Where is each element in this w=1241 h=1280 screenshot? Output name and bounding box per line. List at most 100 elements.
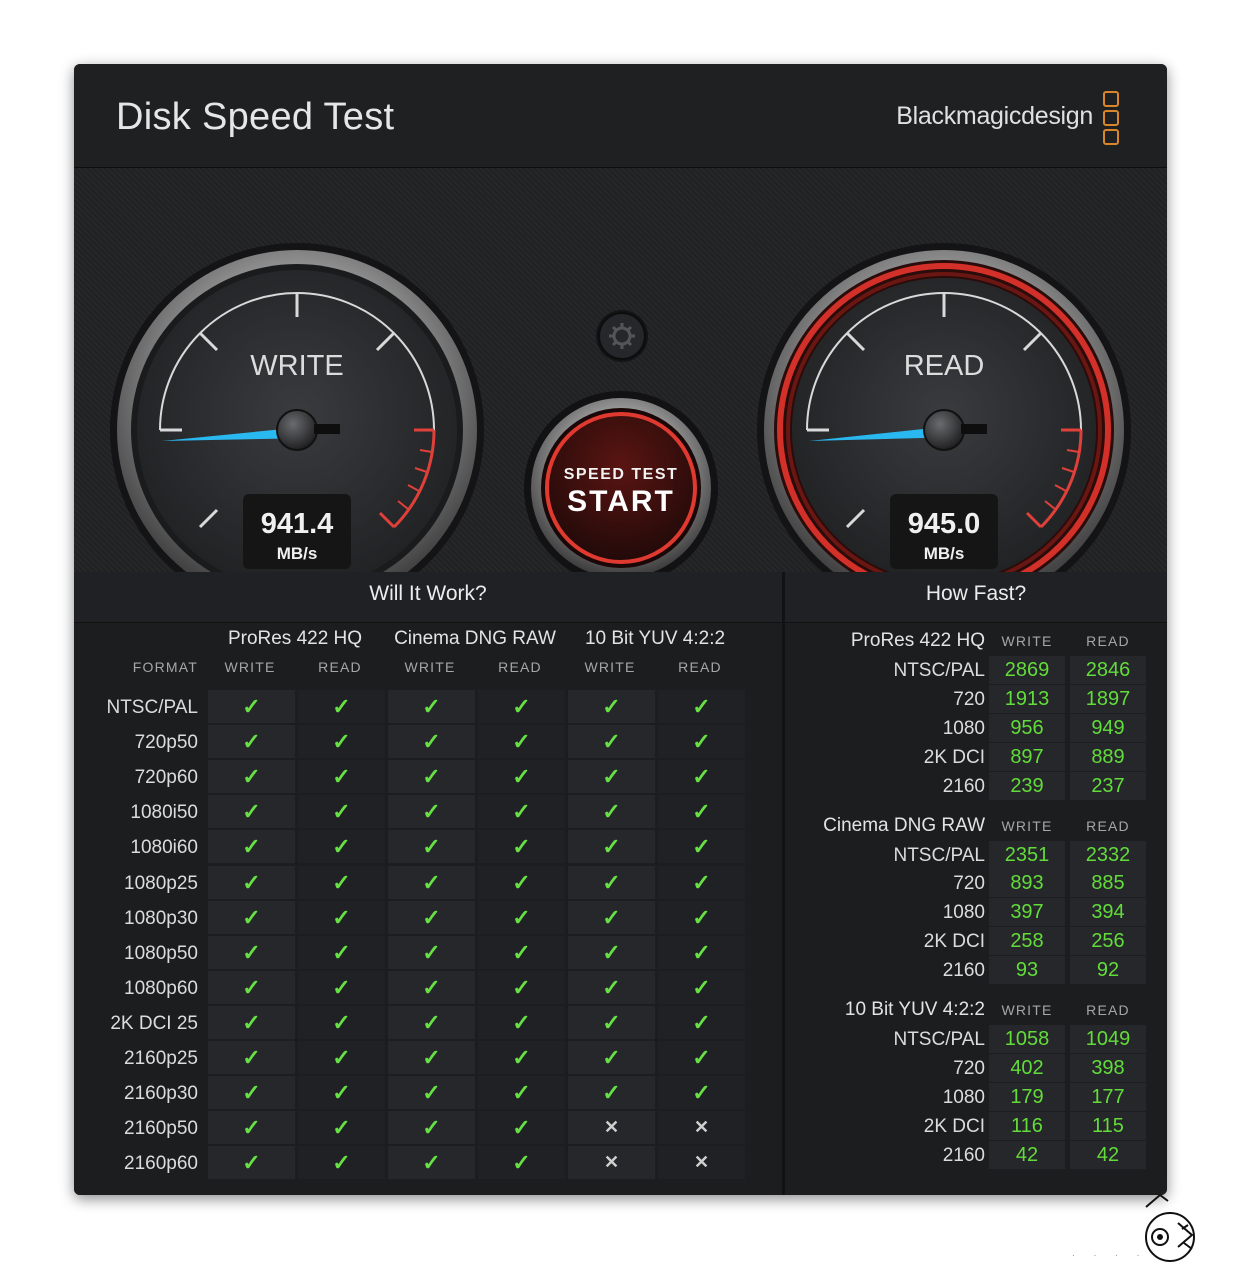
read-speed-cell: 42 [1070,1140,1146,1169]
start-button-line2: START [567,485,675,518]
table-row: 2160 93 92 [785,956,1167,985]
table-row: 720 893 885 [785,869,1167,898]
cross-icon: ✕ [568,1146,655,1180]
table-row: 2160p25 ✓ ✓ ✓ ✓ ✓ ✓ [74,1041,782,1076]
read-speed-cell: 885 [1070,869,1146,898]
check-icon: ✓ [388,795,475,829]
check-icon: ✓ [298,795,385,829]
check-icon: ✓ [298,1076,385,1110]
format-label: 720 [953,873,985,895]
title-bar: Disk Speed Test Blackmagicdesign [74,64,1167,168]
app-title: Disk Speed Test [116,96,395,138]
write-speed-cell: 116 [989,1111,1065,1140]
write-speed-cell: 897 [989,742,1065,771]
check-icon: ✓ [478,1076,565,1110]
check-icon: ✓ [298,1041,385,1074]
group-header: 10 Bit YUV 4:2:2 [584,628,726,649]
gauges-svg: WRITE 941.4 MB/s READ 945.0 MB/s SPEED T… [110,243,1131,572]
check-icon: ✓ [388,1005,475,1039]
gear-icon[interactable] [596,310,648,362]
table-row: 2K DCI 897 889 [785,742,1167,772]
write-speed-cell: 42 [989,1140,1065,1169]
format-label: 2160p50 [124,1118,198,1140]
check-icon: ✓ [478,830,565,864]
write-speed-value: 941.4 [261,508,334,540]
read-speed-cell: 177 [1070,1082,1146,1111]
read-speed-cell: 889 [1070,742,1146,771]
format-label: 2K DCI [923,746,985,768]
write-gauge-label: WRITE [250,350,343,382]
check-icon: ✓ [298,1005,385,1039]
table-row: 1080i60 ✓ ✓ ✓ ✓ ✓ ✓ [74,830,782,865]
read-speed-cell: 394 [1070,898,1146,927]
group-header: Cinema DNG RAW [394,628,556,649]
format-label: 1080 [942,717,985,739]
format-label: 2160 [942,775,985,797]
check-icon: ✓ [388,935,475,969]
table-row: 2K DCI 258 256 [785,927,1167,956]
check-icon: ✓ [298,690,385,723]
group-name: 10 Bit YUV 4:2:2 [844,999,985,1020]
results-panels: Will It Work? How Fast? ProRes 422 HQ Ci… [74,572,1167,1195]
format-label: NTSC/PAL [893,844,985,866]
format-label: NTSC/PAL [893,1029,985,1050]
speed-test-start-button[interactable]: SPEED TEST START [524,391,718,572]
read-speed-cell: 398 [1070,1053,1146,1082]
write-speed-cell: 1913 [989,684,1065,713]
decorative-dots: . . . . [1072,1248,1148,1259]
check-icon: ✓ [208,1041,295,1074]
format-label: 2K DCI 25 [110,1012,198,1034]
table-row: NTSC/PAL 2351 2332 [785,840,1167,870]
table-row: NTSC/PAL 2869 2846 [785,656,1167,685]
check-icon: ✓ [388,830,475,864]
check-icon: ✓ [298,725,385,759]
check-icon: ✓ [658,970,745,1004]
read-speed-value: 945.0 [908,508,981,540]
format-label: 1080 [942,902,985,924]
check-icon: ✓ [658,760,745,794]
write-speed-cell: 93 [989,956,1065,985]
check-icon: ✓ [298,1111,385,1145]
check-icon: ✓ [658,1076,745,1110]
format-label: 2K DCI [923,931,985,953]
check-icon: ✓ [478,900,565,934]
check-icon: ✓ [658,690,745,723]
format-label: 2160 [942,960,985,982]
check-icon: ✓ [208,760,295,794]
gauge-area: WRITE 941.4 MB/s READ 945.0 MB/s SPEED T… [74,168,1167,572]
group-name: Cinema DNG RAW [823,814,985,836]
check-icon: ✓ [568,795,655,829]
format-label: 2160p30 [124,1083,198,1105]
check-icon: ✓ [388,900,475,934]
write-speed-cell: 1058 [989,1025,1065,1053]
check-icon: ✓ [208,690,295,723]
check-icon: ✓ [388,760,475,794]
table-row: 720 1913 1897 [785,684,1167,714]
check-icon: ✓ [478,795,565,829]
write-speed-cell: 239 [989,771,1065,800]
format-label: 1080p30 [124,907,198,929]
check-icon: ✓ [208,900,295,934]
table-row: 1080p50 ✓ ✓ ✓ ✓ ✓ ✓ [74,935,782,971]
read-speed-cell: 1049 [1070,1025,1146,1053]
check-icon: ✓ [208,1146,295,1180]
read-gauge-label: READ [904,350,985,382]
cross-icon: ✕ [658,1146,745,1180]
blackmagic-logo-icon [1103,91,1119,147]
format-label: 1080i60 [130,837,198,859]
write-speed-cell: 397 [989,898,1065,927]
check-icon: ✓ [658,900,745,934]
read-speed-cell: 1897 [1070,684,1146,713]
check-icon: ✓ [478,690,565,723]
check-icon: ✓ [208,1111,295,1145]
write-speed-cell: 402 [989,1053,1065,1082]
how-fast-group-header: ProRes 422 HQ WRITE READ [785,630,1167,651]
write-speed-unit: MB/s [277,544,318,563]
table-row: 2160 42 42 [785,1140,1167,1170]
hf-read-header: READ [1086,633,1130,649]
table-row: 720p50 ✓ ✓ ✓ ✓ ✓ ✓ [74,725,782,760]
table-row: 1080 956 949 [785,713,1167,743]
how-fast-group-header: 10 Bit YUV 4:2:2 WRITE READ [785,999,1167,1020]
write-speed-cell: 2869 [989,656,1065,684]
write-gauge: WRITE 941.4 MB/s [110,243,484,572]
